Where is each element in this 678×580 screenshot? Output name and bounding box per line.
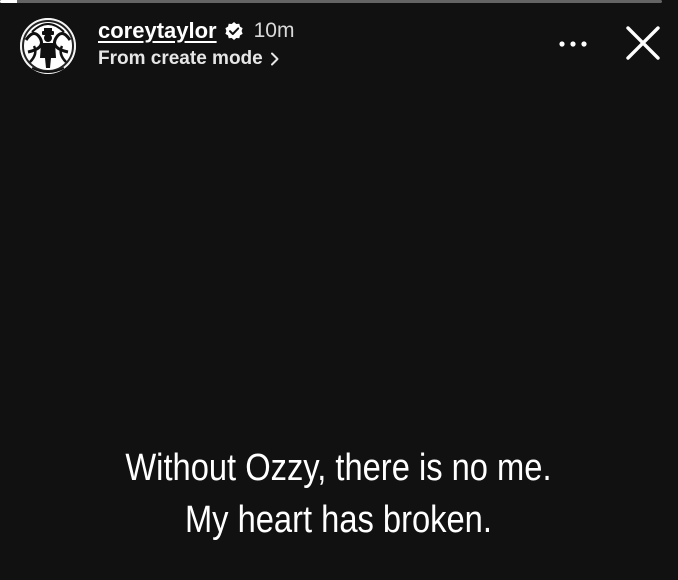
profile-avatar[interactable] — [20, 18, 76, 74]
story-caption: Without Ozzy, there is no me. My heart h… — [47, 442, 630, 546]
caption-line-1: Without Ozzy, there is no me. — [125, 447, 552, 489]
post-timestamp: 10m — [253, 19, 295, 42]
close-button[interactable] — [624, 24, 662, 62]
story-header: coreytaylor 10m From create mode — [98, 16, 294, 70]
source-link[interactable]: From create mode — [98, 48, 294, 70]
story-progress-bar — [0, 0, 662, 3]
verified-badge-icon — [224, 21, 244, 41]
story-progress-fill — [0, 0, 17, 3]
caption-line-2: My heart has broken. — [184, 499, 492, 541]
profile-photo-icon — [20, 18, 76, 74]
chevron-right-icon — [270, 52, 280, 66]
username-link[interactable]: coreytaylor — [98, 18, 217, 44]
close-icon — [626, 26, 660, 60]
more-options-button[interactable] — [556, 32, 590, 56]
source-label: From create mode — [98, 48, 263, 69]
story-viewer: coreytaylor 10m From create mode Without… — [0, 0, 678, 580]
more-horizontal-icon — [559, 41, 587, 47]
